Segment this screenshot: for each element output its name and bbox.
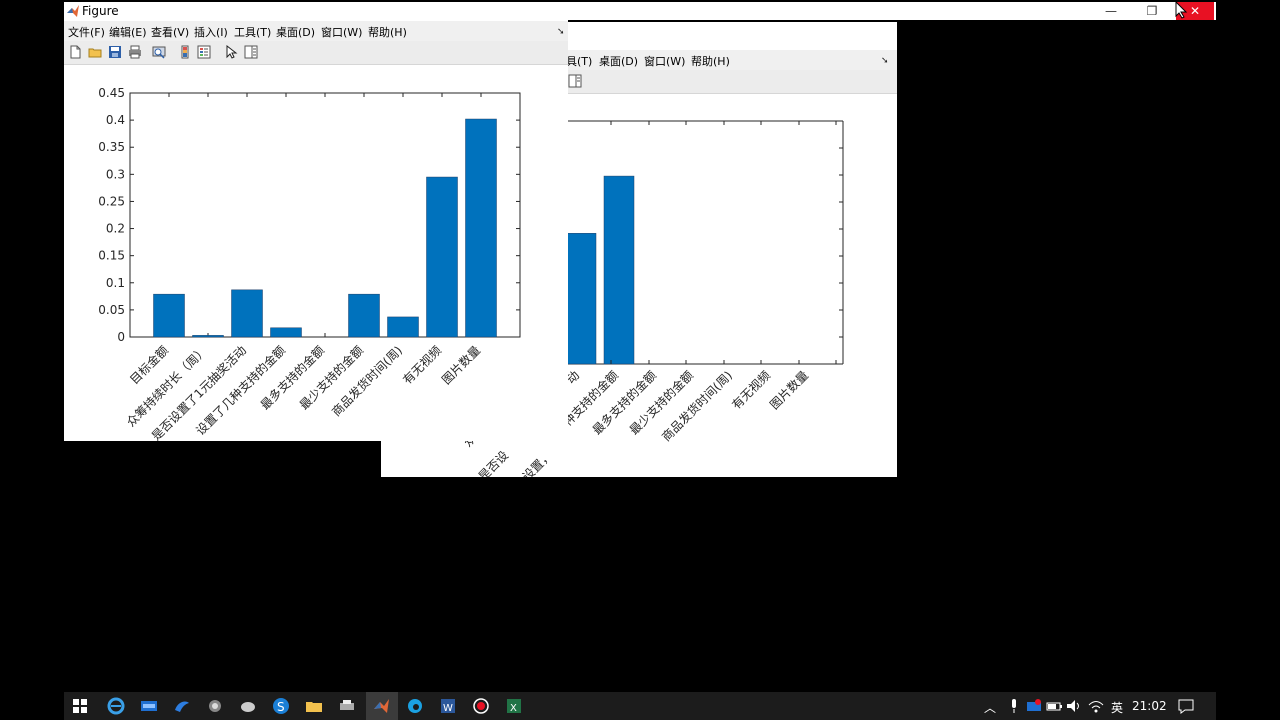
y-tick-label: 0.15 [98,249,125,263]
minimize-button[interactable]: — [1092,2,1130,20]
window-control-strip: — ❐ ✕ [568,2,1216,20]
toolbar [64,41,568,65]
app-cloud-icon[interactable] [238,696,258,716]
title-bar[interactable]: Figure [64,2,568,20]
menu-desktop[interactable]: 桌面(D) [276,24,315,40]
microphone-icon[interactable] [1004,696,1024,716]
y-tick-label: 0.4 [106,113,125,127]
window-title: Figure [82,4,119,18]
tray-up-arrow-icon[interactable]: ︿ [984,699,996,716]
tray-app-icon[interactable] [1024,696,1044,716]
x-tick-label: 设置， [520,448,555,477]
bar-1 [192,335,224,338]
bar-6 [387,316,419,338]
svg-text:S: S [277,700,285,714]
y-tick-label: 0.45 [98,86,125,100]
ime-indicator[interactable]: 英 [1111,699,1123,716]
x-tick-label: 有无视频 [400,343,445,388]
app-blue-icon[interactable] [139,696,159,716]
print-preview-icon[interactable] [152,45,166,59]
menu-tools[interactable]: 工具(T) [234,24,271,40]
matlab-logo-icon [67,5,79,17]
battery-icon[interactable] [1044,696,1064,716]
edge-browser-icon[interactable] [405,696,425,716]
record-icon[interactable] [471,696,491,716]
matlab-taskbar-icon[interactable] [372,696,392,716]
plot-area [129,92,521,338]
menu-window[interactable]: 窗口(W) [321,24,362,40]
app-gear-icon[interactable] [205,696,225,716]
menu-help[interactable]: 帮助(H) [368,24,407,40]
y-tick-label: 0.2 [106,222,125,236]
menu-window[interactable]: 窗口(W) [644,53,685,69]
y-tick-label: 0 [117,330,125,344]
y-tick-label: 0.3 [106,167,125,181]
mouse-cursor-icon [1175,1,1188,19]
bar-5 [565,233,597,365]
menu-help[interactable]: 帮助(H) [691,53,730,69]
save-icon[interactable] [108,45,122,59]
y-tick-label: 0.05 [98,303,125,317]
word-icon[interactable]: W [438,696,458,716]
property-editor-icon[interactable] [244,45,258,59]
legend-icon[interactable] [197,45,211,59]
bar-3 [270,327,302,338]
y-tick-label: 0.35 [98,140,125,154]
bar-7 [426,176,458,338]
notification-icon[interactable] [1176,696,1196,716]
x-tick-label: 是否设 [476,448,511,477]
taskbar: S W X ︿ 英 21:02 [64,692,1216,720]
excel-icon[interactable]: X [504,696,524,716]
colorbar-icon[interactable] [178,45,192,59]
figure-window-front[interactable]: Figure 文件(F) 编辑(E) 查看(V) 插入(I) 工具(T) 桌面(… [64,2,568,441]
menu-insert[interactable]: 插入(I) [194,24,228,40]
svg-text:W: W [443,703,453,714]
file-explorer-icon[interactable] [304,696,324,716]
open-folder-icon[interactable] [88,45,102,59]
x-tick-label: 有无视频 [729,368,774,413]
menu-bar: 文件(F) 编辑(E) 查看(V) 插入(I) 工具(T) 桌面(D) 窗口(W… [64,21,568,41]
menu-tools[interactable]: 具(T) [566,53,592,69]
bar-0 [153,293,185,338]
x-tick-label: 图片数量 [439,343,484,388]
x-tick-label: 最多支持的金额 [589,368,659,438]
bar-6 [603,175,635,365]
ie-browser-icon[interactable] [106,696,126,716]
bar-8 [465,118,497,338]
x-tick-label: 图片数量 [767,368,812,413]
print-icon[interactable] [128,45,142,59]
bar-5 [348,293,380,338]
x-tick-label: 商品发货时间(周) [658,368,735,445]
dock-arrow-icon[interactable]: ➘ [557,27,565,37]
volume-icon[interactable] [1064,696,1084,716]
pointer-arrow-icon[interactable] [224,45,238,59]
bar-2 [231,289,263,338]
clock-time[interactable]: 21:02 [1132,699,1167,713]
y-tick-label: 0.1 [106,276,125,290]
app-s-icon[interactable]: S [271,696,291,716]
menu-edit[interactable]: 编辑(E) [109,24,147,40]
app-printer-icon[interactable] [337,696,357,716]
x-tick-label: 商品发货时间(周) [328,343,405,420]
svg-text:X: X [510,703,517,714]
menu-view[interactable]: 查看(V) [151,24,189,40]
dock-arrow-icon[interactable]: ➘ [881,56,889,66]
wifi-icon[interactable] [1086,696,1106,716]
bar-chart-front: 00.050.10.150.20.250.30.350.40.45目标金额众筹持… [98,86,521,441]
restore-button[interactable]: ❐ [1133,2,1171,20]
menu-desktop[interactable]: 桌面(D) [599,53,638,69]
menu-file[interactable]: 文件(F) [68,24,105,40]
property-editor-icon[interactable] [568,74,582,88]
new-figure-icon[interactable] [68,45,82,59]
app-bird-icon[interactable] [172,696,192,716]
y-tick-label: 0.25 [98,194,125,208]
windows-start-icon[interactable] [70,696,90,716]
